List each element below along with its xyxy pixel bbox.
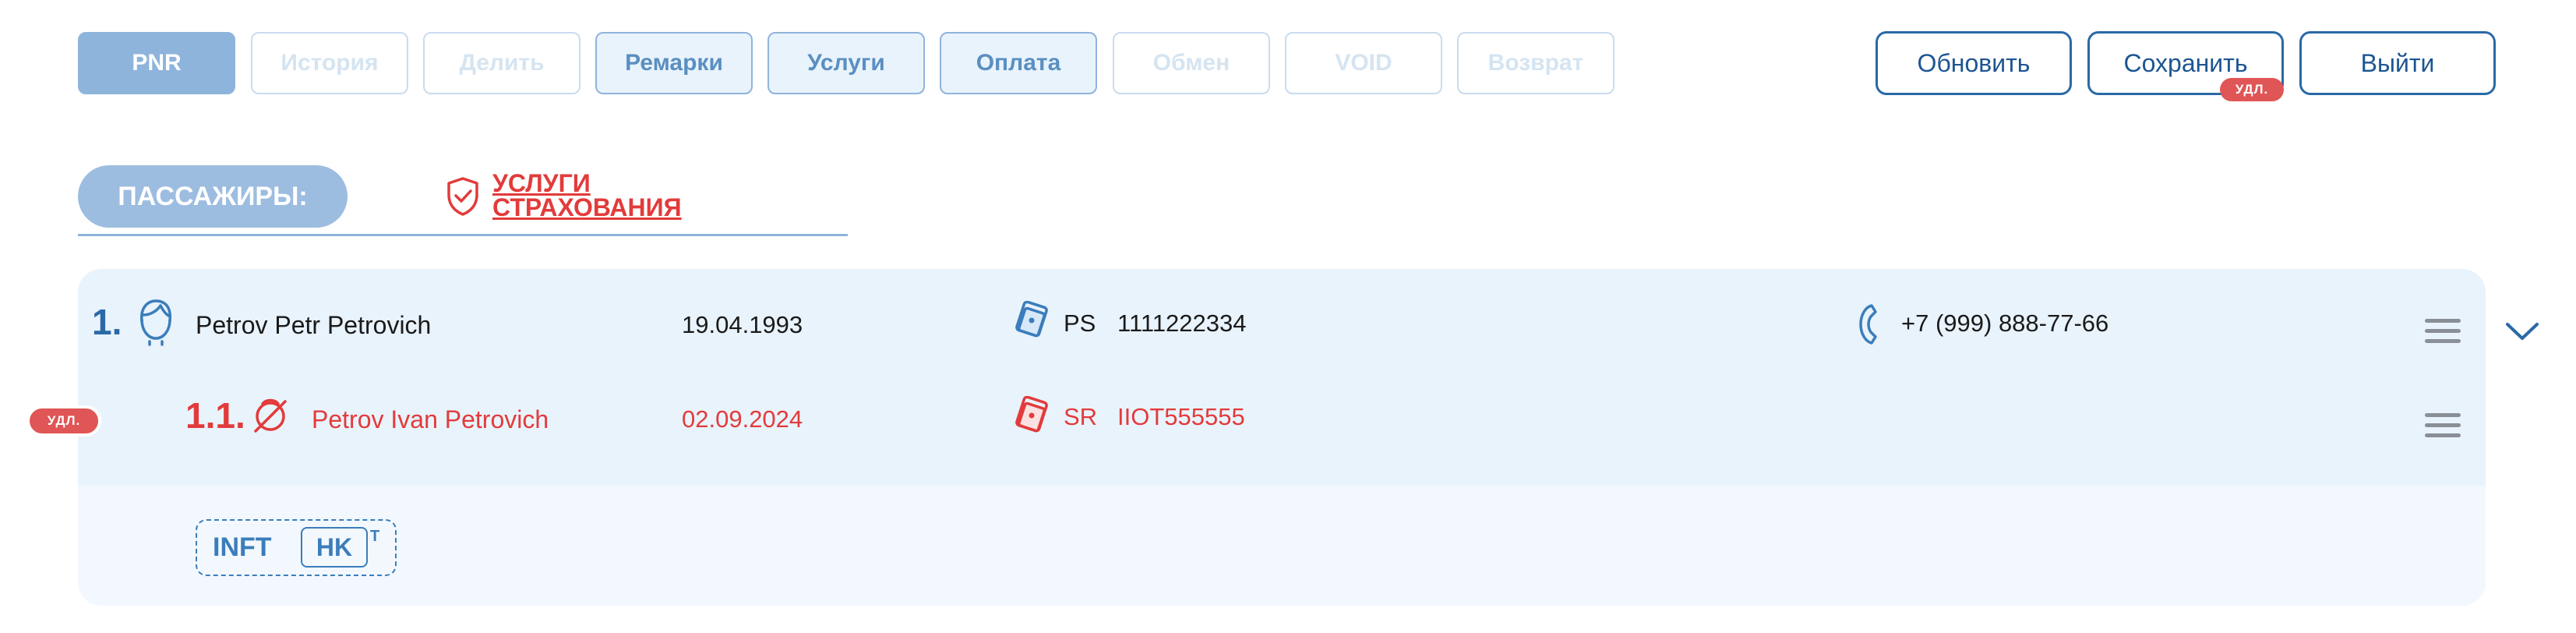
infant-document-type: SR [1064, 403, 1098, 430]
infant-number: 1.1. [185, 395, 245, 436]
tab-payment[interactable]: Оплата [940, 32, 1097, 94]
phone-icon [1859, 304, 1877, 345]
document-number: 1111222334 [1117, 309, 1247, 337]
insurance-link-line1[interactable]: УСЛУГИ [492, 171, 591, 196]
passport-icon [1015, 301, 1048, 338]
tab-services[interactable]: Услуги [768, 32, 925, 94]
infant-dob: 02.09.2024 [682, 405, 803, 433]
passenger-number: 1. [92, 302, 122, 342]
tab-refund: Возврат [1457, 32, 1614, 94]
infant-document-number: IIOT555555 [1117, 403, 1245, 430]
passenger-dob: 19.04.1993 [682, 311, 803, 338]
exit-button[interactable]: Выйти [2299, 31, 2496, 95]
passenger-name: Petrov Petr Petrovich [196, 311, 432, 339]
delete-badge: УДЛ. [26, 405, 101, 437]
passenger-ssr-area [78, 486, 2486, 606]
shield-check-icon [447, 177, 478, 216]
passenger-phone: +7 (999) 888-77-66 [1901, 309, 2109, 337]
insurance-link-line2[interactable]: СТРАХОВАНИЯ [492, 195, 682, 220]
document-type: PS [1064, 309, 1096, 337]
tab-void: VOID [1285, 32, 1442, 94]
ssr-status: HK [301, 527, 368, 568]
infant-crossed-icon [254, 398, 287, 433]
infant-name: Petrov Ivan Petrovich [312, 405, 549, 433]
save-delete-badge: УДЛ. [2220, 78, 2284, 101]
ssr-code: INFT [213, 532, 272, 562]
adult-passenger-icon [140, 299, 172, 346]
chevron-down-icon[interactable] [2503, 320, 2542, 343]
tab-history: История [251, 32, 408, 94]
tab-pnr[interactable]: PNR [78, 32, 235, 94]
birth-certificate-icon [1015, 396, 1048, 433]
ssr-status-superscript: T [370, 528, 380, 545]
tab-split: Делить [423, 32, 580, 94]
passengers-underline [78, 234, 848, 236]
refresh-button[interactable]: Обновить [1876, 31, 2072, 95]
infant-menu-icon[interactable] [2423, 412, 2462, 444]
tab-exchange: Обмен [1113, 32, 1270, 94]
passengers-header: ПАССАЖИРЫ: [78, 165, 348, 228]
menu-icon[interactable] [2423, 318, 2462, 349]
tab-remarks[interactable]: Ремарки [595, 32, 753, 94]
